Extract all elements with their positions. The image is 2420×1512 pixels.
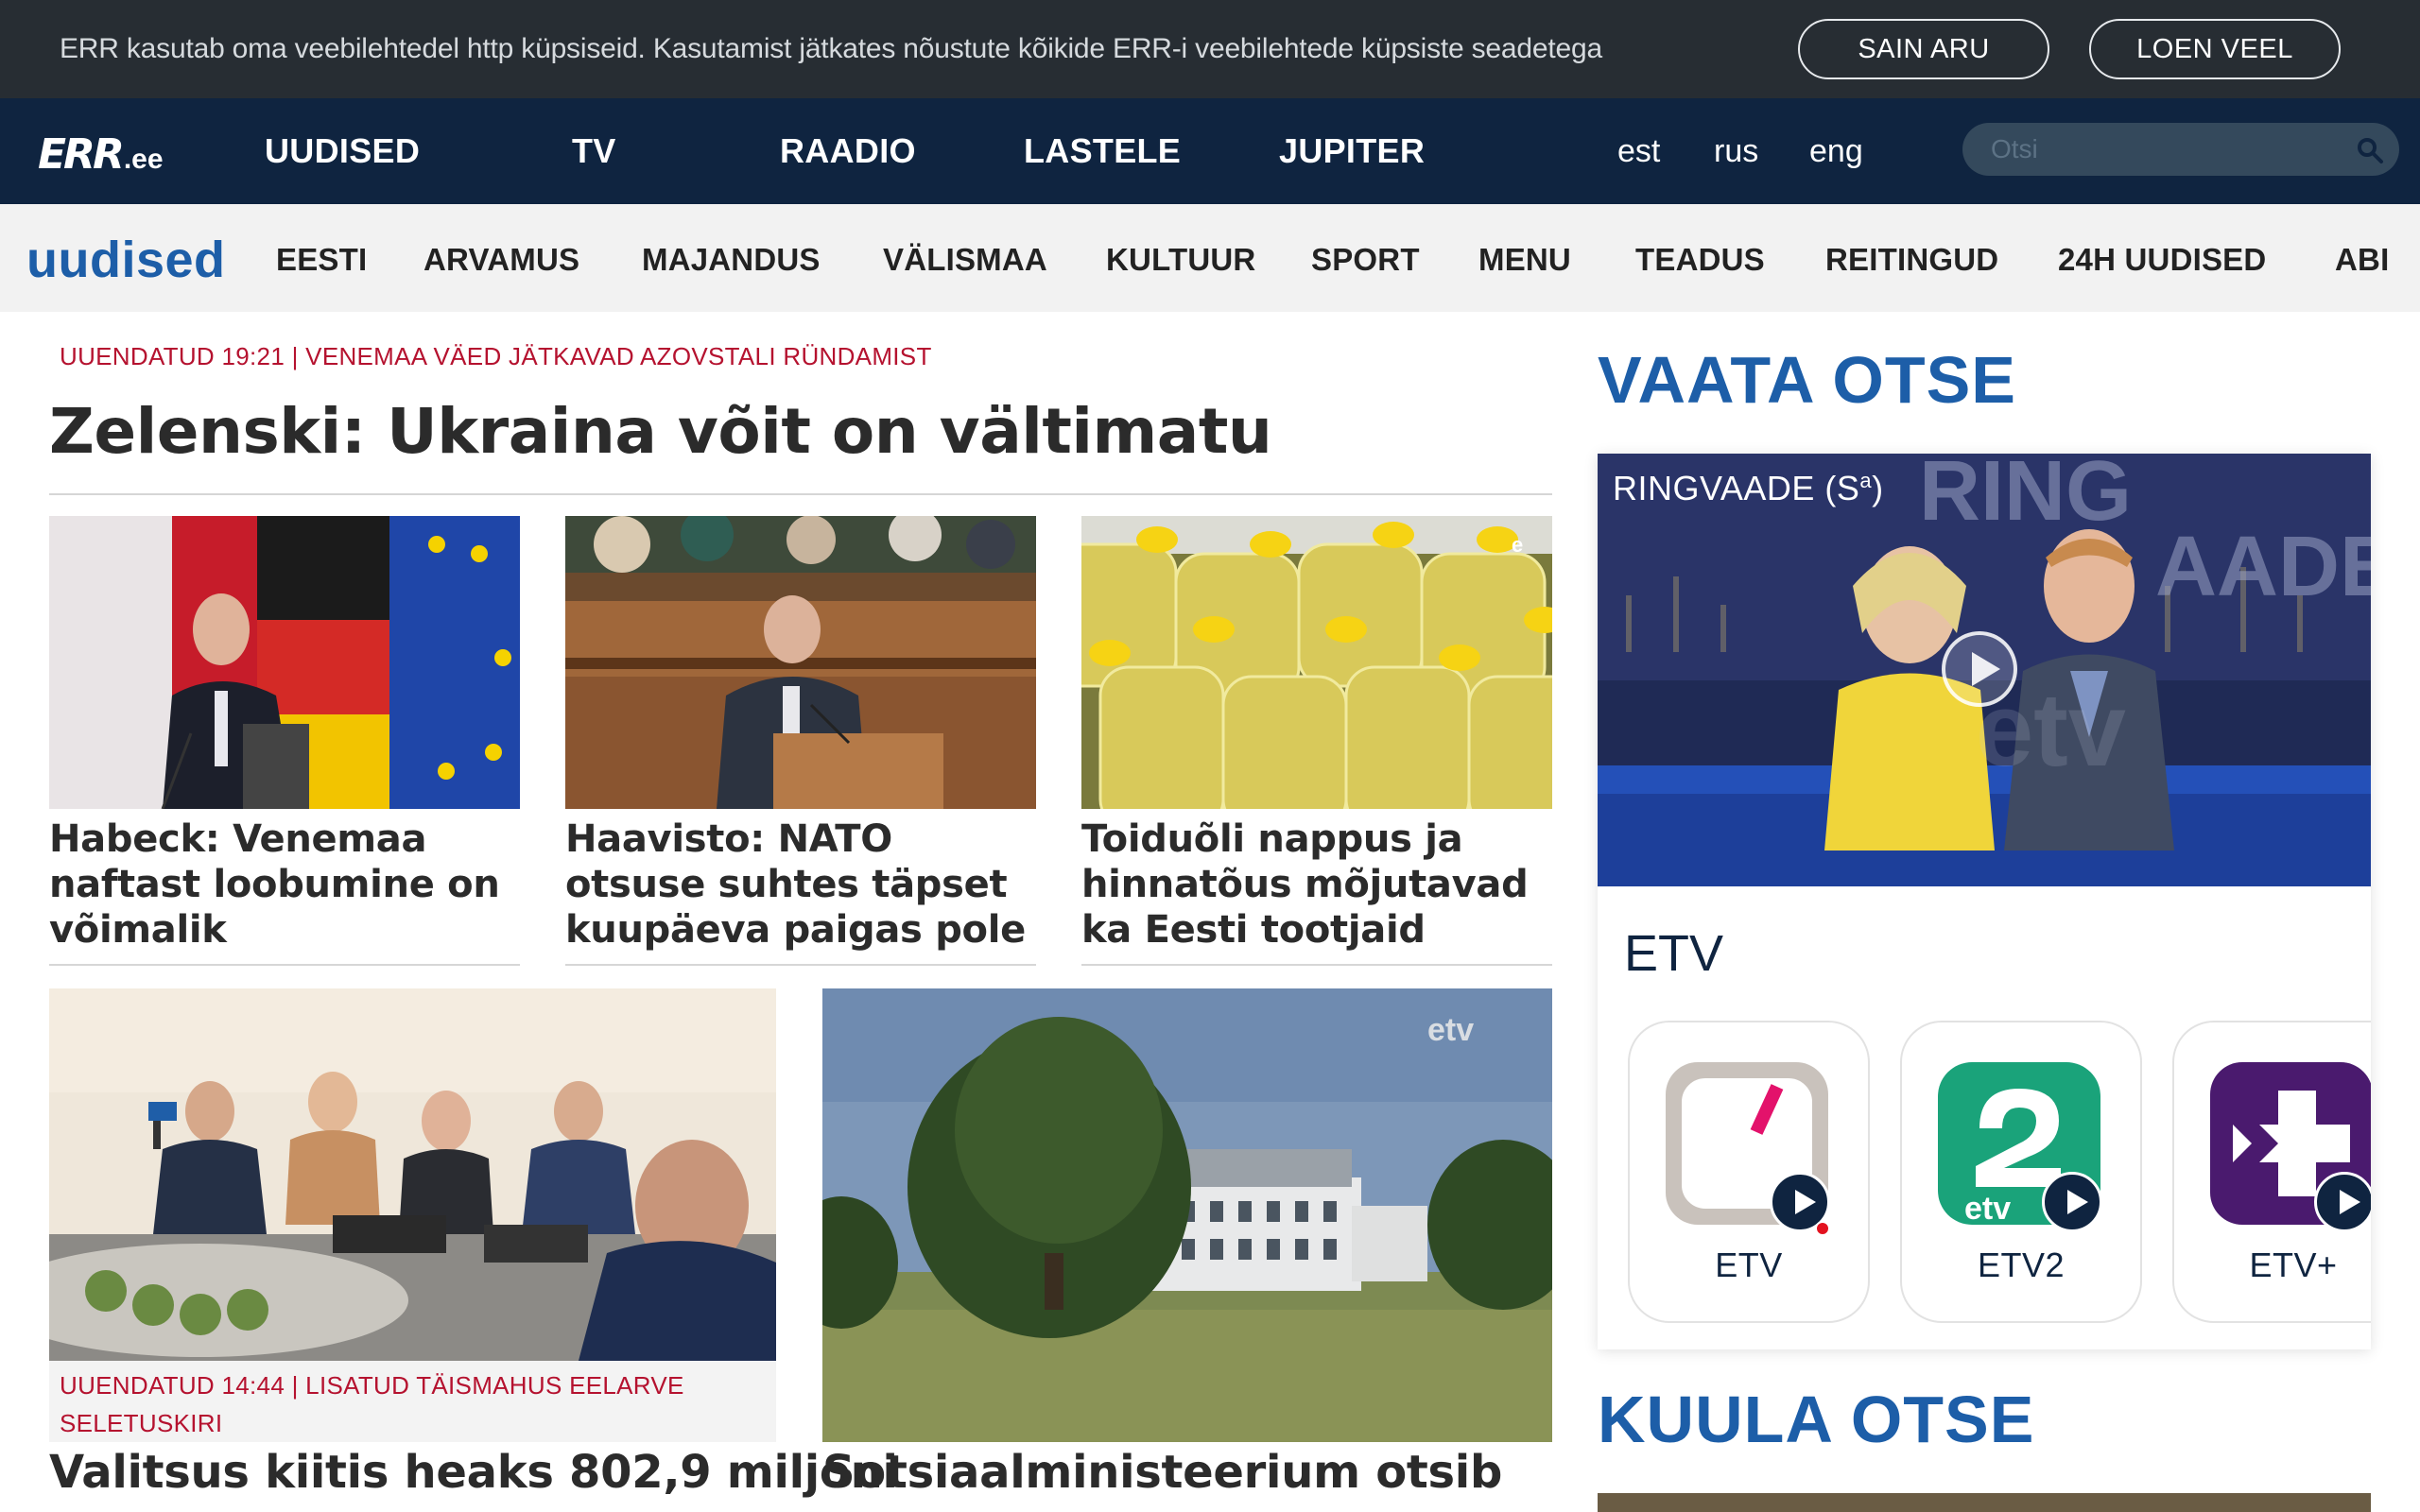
nav-jupiter[interactable]: JUPITER <box>1279 98 1425 204</box>
program-name: RINGVAADE (S <box>1613 469 1860 507</box>
svg-text:AADE: AADE <box>2155 520 2371 614</box>
etv-watermark: etv <box>1427 1012 1474 1048</box>
article-title-government[interactable]: Valitsus kiitis heaks 802,9 miljoni <box>49 1446 898 1499</box>
building-tree-photo: etv <box>822 988 1552 1442</box>
channel-tile-etv2[interactable]: etv ETV2 <box>1900 1021 2142 1323</box>
article-title-habeck[interactable]: Habeck: Venemaa naftast loobumine on või… <box>49 816 522 953</box>
nav-uudised[interactable]: UUDISED <box>265 98 420 204</box>
channel-tile-etv[interactable]: ETV <box>1628 1021 1870 1323</box>
article-image-oil[interactable]: e <box>1081 516 1552 809</box>
subnav-sport[interactable]: SPORT <box>1311 204 1420 312</box>
government-meeting-photo <box>49 988 776 1361</box>
lang-rus[interactable]: rus <box>1714 98 1758 204</box>
play-icon[interactable] <box>1942 631 2017 707</box>
svg-text:RING: RING <box>1919 454 2132 539</box>
logo-suffix: .ee <box>123 144 164 175</box>
lead-kicker[interactable]: Uuendatud 19:21 | Venemaa väed jätkavad … <box>60 342 932 371</box>
channel-group-title: ETV <box>1624 925 1724 982</box>
live-tv-card: RING AADE etv RINGVAADE (Sa) ETV ETV etv… <box>1598 454 2371 1349</box>
article-image-haavisto[interactable] <box>565 516 1036 809</box>
lead-headline[interactable]: Zelenski: Ukraina võit on vältimatu <box>49 395 1272 468</box>
article-title-oil[interactable]: Toiduõli nappus ja hinnatõus mõjutavad k… <box>1081 816 1554 953</box>
err-logo[interactable]: ERR .ee <box>38 130 164 179</box>
channel-name: ETV2 <box>1977 1246 2066 1284</box>
svg-text:etv: etv <box>1964 1191 2011 1225</box>
subnav-kultuur[interactable]: KULTUUR <box>1106 204 1255 312</box>
search-field <box>1962 123 2399 176</box>
divider <box>565 964 1036 966</box>
article-title-ministry[interactable]: Sotsiaalministeerium otsib <box>822 1446 1502 1499</box>
subnav-24h-uudised[interactable]: 24H UUDISED <box>2058 204 2266 312</box>
subnav-reitingud[interactable]: REITINGUD <box>1825 204 1998 312</box>
uudised-logo[interactable]: uudised <box>26 204 226 312</box>
program-sup: a <box>1859 469 1873 492</box>
search-input[interactable] <box>1991 130 2331 168</box>
lang-est[interactable]: est <box>1617 98 1660 204</box>
section-navigation: uudised EESTI ARVAMUS MAJANDUS VÄLISMAA … <box>0 204 2420 312</box>
nav-tv[interactable]: TV <box>572 98 616 204</box>
subnav-menu[interactable]: MENU <box>1478 204 1571 312</box>
channel-tile-etv-plus[interactable]: ETV+ <box>2172 1021 2371 1323</box>
play-icon[interactable] <box>2314 1172 2371 1232</box>
subnav-teadus[interactable]: TEADUS <box>1635 204 1765 312</box>
subnav-arvamus[interactable]: ARVAMUS <box>424 204 579 312</box>
watch-live-heading[interactable]: VAATA OTSE <box>1598 342 2016 418</box>
divider <box>1081 964 1552 966</box>
subnav-eesti[interactable]: EESTI <box>276 204 367 312</box>
program-close: ) <box>1872 469 1884 507</box>
article-image-habeck[interactable] <box>49 516 520 809</box>
logo-mark: ERR <box>38 130 125 179</box>
article-image-government[interactable] <box>49 988 776 1361</box>
channel-name: ETV <box>1715 1246 1783 1284</box>
cookie-accept-button[interactable]: SAIN ARU <box>1798 19 2049 79</box>
search-icon[interactable] <box>2356 136 2384 164</box>
subnav-abi[interactable]: ABI <box>2335 204 2389 312</box>
cookie-text: ERR kasutab oma veebilehtedel http küpsi… <box>60 33 1602 64</box>
nav-lastele[interactable]: LASTELE <box>1024 98 1181 204</box>
big-card-kicker[interactable]: Uuendatud 14:44 | Lisatud täismahus eela… <box>60 1366 740 1442</box>
oil-bottles-photo: e <box>1081 516 1552 809</box>
play-icon[interactable] <box>2042 1172 2102 1232</box>
channel-name: ETV+ <box>2249 1246 2338 1284</box>
divider <box>49 964 520 966</box>
radio-player-preview[interactable] <box>1598 1493 2371 1512</box>
nav-raadio[interactable]: RAADIO <box>780 98 916 204</box>
cookie-banner: ERR kasutab oma veebilehtedel http küpsi… <box>0 0 2420 98</box>
subnav-majandus[interactable]: MAJANDUS <box>642 204 821 312</box>
article-image-ministry[interactable]: etv <box>822 988 1552 1442</box>
live-dot-icon <box>1815 1221 1830 1236</box>
etv-watermark: e <box>1512 533 1523 557</box>
speaker-flags-photo <box>49 516 520 809</box>
divider <box>49 493 1552 495</box>
parliament-speaker-photo <box>565 516 1036 809</box>
lang-eng[interactable]: eng <box>1809 98 1863 204</box>
kicker-box: Uuendatud 14:44 | Lisatud täismahus eela… <box>49 1361 776 1442</box>
live-player[interactable]: RING AADE etv RINGVAADE (Sa) <box>1598 454 2371 886</box>
article-title-haavisto[interactable]: Haavisto: NATO otsuse suhtes täpset kuup… <box>565 816 1038 953</box>
subnav-valismaa[interactable]: VÄLISMAA <box>883 204 1047 312</box>
cookie-read-more-button[interactable]: LOEN VEEL <box>2089 19 2341 79</box>
program-title: RINGVAADE (Sa) <box>1613 469 1884 508</box>
listen-live-heading[interactable]: KUULA OTSE <box>1598 1382 2034 1457</box>
